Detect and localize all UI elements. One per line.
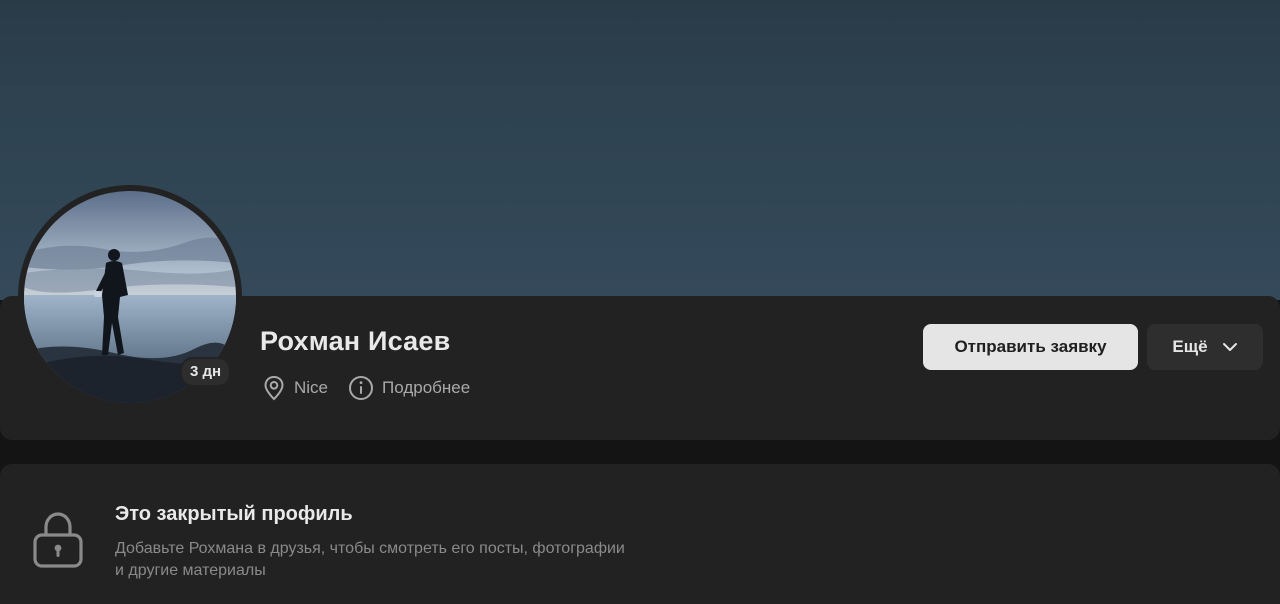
send-friend-request-button[interactable]: Отправить заявку: [923, 324, 1138, 370]
last-seen-badge: 3 дн: [180, 357, 232, 387]
private-profile-card: [0, 464, 1280, 604]
profile-name: Рохман Исаев: [260, 326, 451, 356]
profile-page: 3 дн Рохман Исаев Nice Подробнее Отправи…: [0, 0, 1280, 604]
private-profile-title: Это закрытый профиль: [115, 503, 353, 525]
location-label: Nice: [294, 378, 329, 397]
chevron-down-icon: [1222, 337, 1238, 357]
details-label: Подробнее: [382, 378, 471, 397]
profile-meta: Nice Подробнее: [262, 375, 490, 401]
lock-icon: [32, 509, 84, 574]
more-label: Ещё: [1172, 337, 1208, 356]
private-profile-description: Добавьте Рохмана в друзья, чтобы смотрет…: [115, 540, 625, 579]
info-icon: [348, 375, 374, 401]
location-item[interactable]: Nice: [262, 375, 328, 401]
more-button[interactable]: Ещё: [1147, 324, 1263, 370]
map-pin-icon: [262, 375, 286, 401]
details-item[interactable]: Подробнее: [348, 375, 470, 401]
